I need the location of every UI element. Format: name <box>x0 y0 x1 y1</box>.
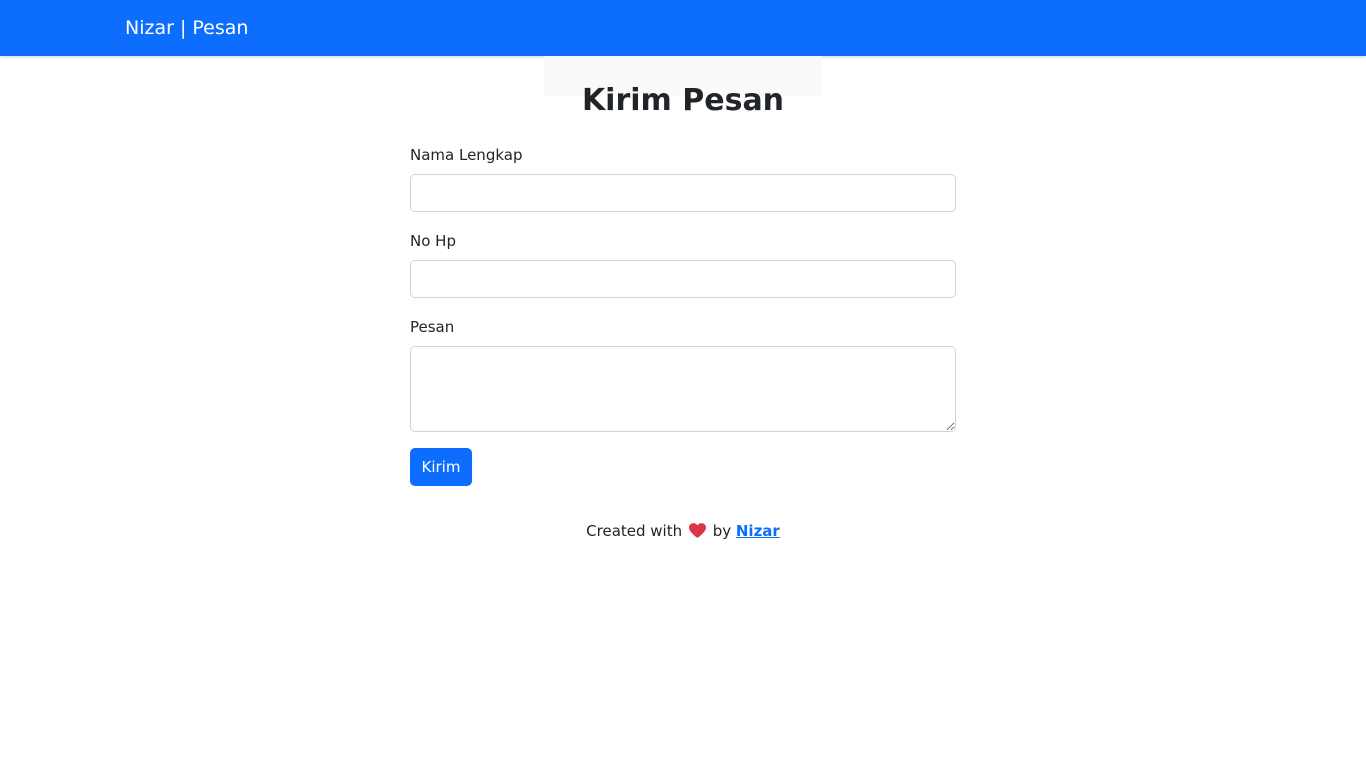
page-title: Kirim Pesan <box>581 83 785 118</box>
message-label: Pesan <box>410 318 455 336</box>
phone-label: No Hp <box>410 232 456 250</box>
message-textarea[interactable] <box>410 346 956 432</box>
author-link[interactable]: Nizar <box>736 522 780 540</box>
name-input[interactable] <box>410 174 956 212</box>
footer: Created with by Nizar <box>0 520 1366 542</box>
navbar-brand[interactable]: Nizar | Pesan <box>125 16 248 40</box>
footer-prefix: Created with <box>586 522 683 540</box>
heart-icon <box>688 523 706 538</box>
footer-by: by <box>712 522 732 540</box>
name-label: Nama Lengkap <box>410 146 523 164</box>
submit-button[interactable]: Kirim <box>410 448 472 486</box>
navbar: Nizar | Pesan <box>0 0 1366 56</box>
phone-input[interactable] <box>410 260 956 298</box>
